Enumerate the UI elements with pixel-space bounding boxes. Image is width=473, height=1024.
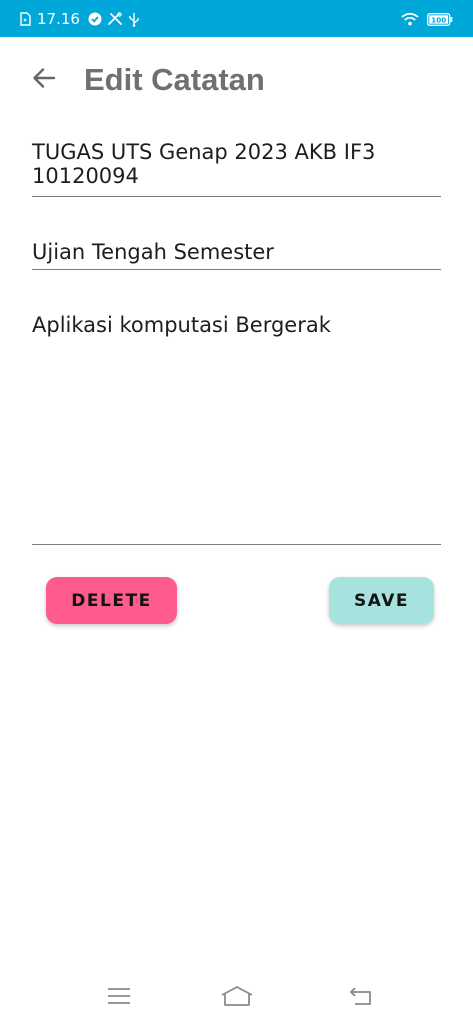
menu-icon [107,987,131,1005]
title-field[interactable]: TUGAS UTS Genap 2023 AKB IF3 10120094 [32,140,441,197]
usb-icon [128,12,140,27]
status-bar: 17.16 100 [0,0,473,37]
note-body-field[interactable]: Aplikasi komputasi Bergerak [32,313,441,545]
arrow-left-icon [32,67,56,89]
sim-file-icon [20,12,31,26]
subtitle-field[interactable]: Ujian Tengah Semester [32,240,441,270]
back-icon [348,986,374,1006]
delete-button[interactable]: DELETE [46,577,177,624]
title-field-text: TUGAS UTS Genap 2023 AKB IF3 10120094 [32,140,376,188]
save-button-label: SAVE [353,590,410,611]
battery-icon: 100 [427,12,453,26]
page-title: Edit Catatan [84,62,265,97]
note-body-text: Aplikasi komputasi Bergerak [32,313,331,337]
status-time: 17.16 [37,10,80,28]
nav-back-button[interactable] [341,980,381,1012]
tools-icon [107,12,123,26]
wifi-icon [401,12,419,26]
nav-home-button[interactable] [217,980,257,1012]
home-icon [220,985,254,1007]
back-button[interactable] [26,60,62,96]
save-button[interactable]: SAVE [329,577,434,624]
subtitle-field-text: Ujian Tengah Semester [32,240,274,264]
status-left: 17.16 [20,9,140,29]
checklist-icon [88,12,102,26]
nav-bar [0,970,473,1024]
delete-button-label: DELETE [71,590,152,611]
nav-menu-button[interactable] [99,980,139,1012]
status-right: 100 [401,10,453,28]
battery-level-text: 100 [431,15,446,24]
